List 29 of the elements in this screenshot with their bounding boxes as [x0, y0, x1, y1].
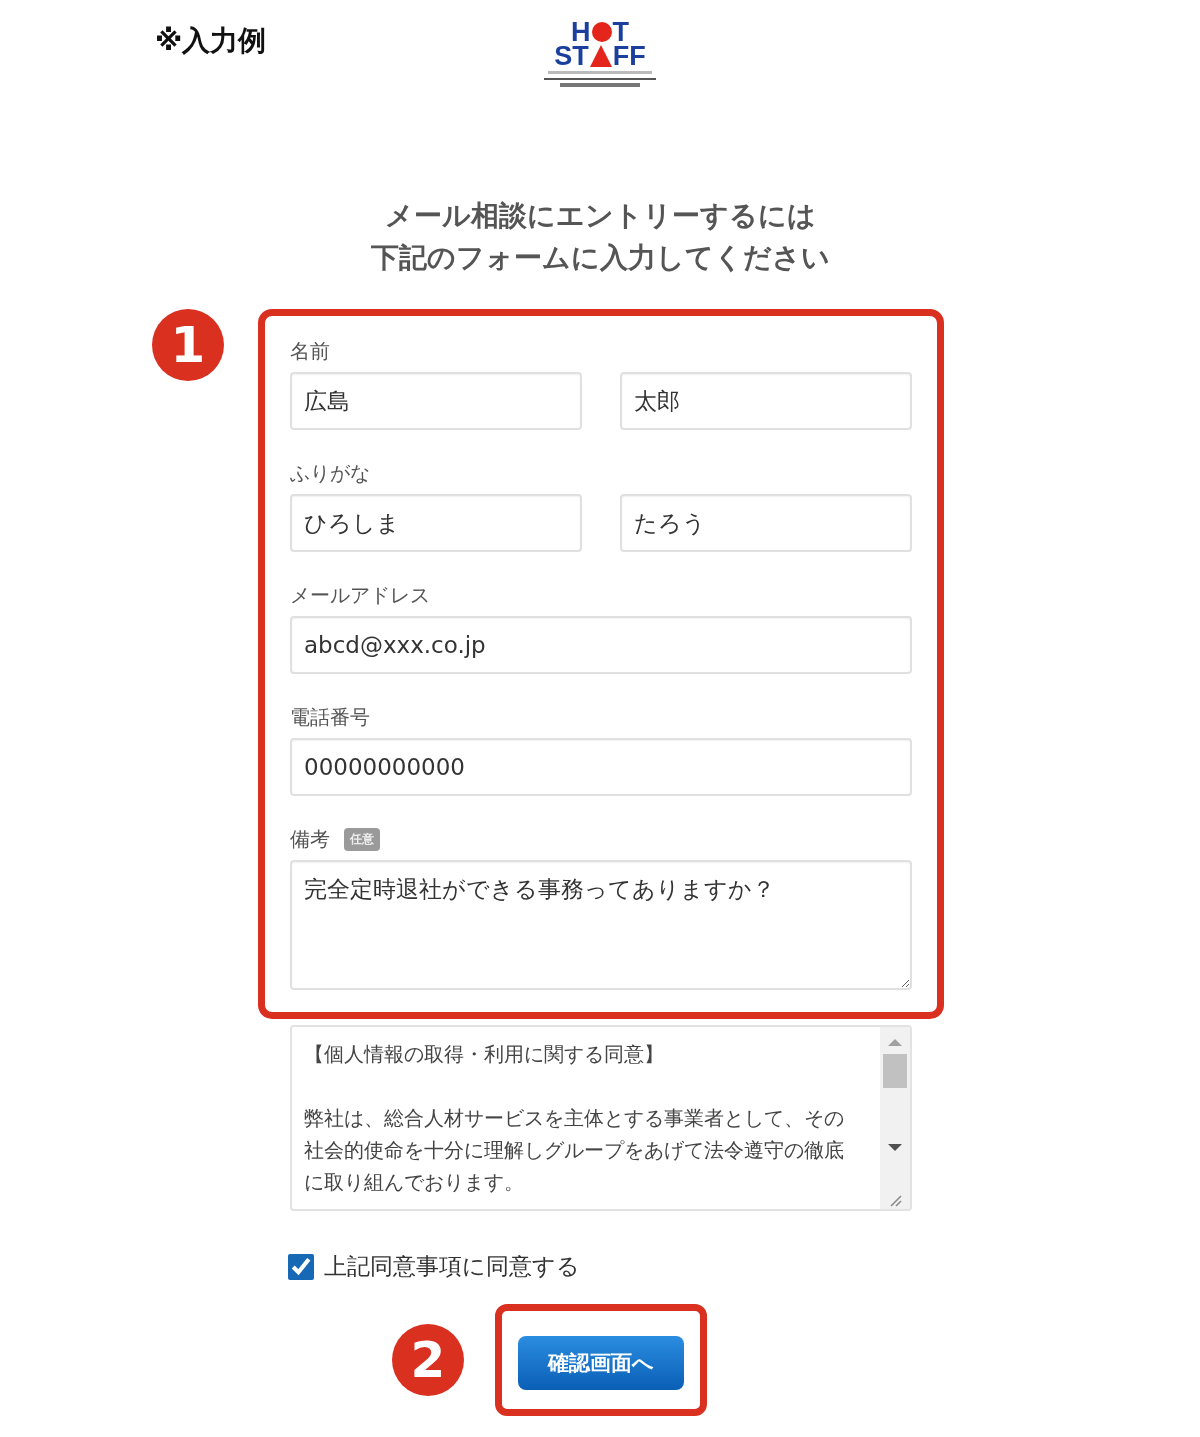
- form-heading: メール相談にエントリーするには: [383, 198, 817, 234]
- consent-text: 弊社は、総合人材サービスを主体とする事業者として、その社会的使命を十分に理解しグループをあげて法令遵守の徹底に取り組んでおります。: [304, 1106, 845, 1196]
- resize-grip-icon[interactable]: [888, 1193, 902, 1207]
- scrollbar[interactable]: [880, 1027, 910, 1209]
- input-field[interactable]: 00000000000: [290, 738, 912, 796]
- optional-tag: 任意: [344, 827, 380, 851]
- agree-checkbox[interactable]: [288, 1253, 314, 1280]
- step-number: 2: [392, 1324, 464, 1396]
- field-label: 電話番号: [290, 703, 370, 731]
- field-label: 名前: [290, 337, 330, 365]
- example-label: ※入力例: [154, 23, 268, 59]
- agree-label: 上記同意事項に同意する: [324, 1252, 580, 1281]
- scroll-down-icon[interactable]: [888, 1144, 902, 1151]
- scroll-up-icon[interactable]: [888, 1039, 902, 1046]
- consent-title: 【個人情報の取得・利用に関する同意】: [304, 1042, 665, 1068]
- input-field[interactable]: ひろしま: [290, 494, 582, 552]
- field-label: メールアドレス: [290, 581, 430, 609]
- form-heading: 下記のフォームに入力してください: [369, 240, 831, 276]
- input-field[interactable]: abcd@xxx.co.jp: [290, 616, 912, 674]
- confirm-button[interactable]: 確認画面へ: [518, 1336, 684, 1390]
- scroll-thumb[interactable]: [883, 1054, 907, 1088]
- step-number: 1: [152, 309, 224, 381]
- message-field[interactable]: 完全定時退社ができる事務ってありますか？: [290, 860, 912, 990]
- input-field[interactable]: 広島: [290, 372, 582, 430]
- input-field[interactable]: 太郎: [620, 372, 912, 430]
- field-label: 備考: [290, 825, 330, 853]
- company-logo: H T ST FF: [544, 18, 656, 89]
- input-field[interactable]: たろう: [620, 494, 912, 552]
- field-label: ふりがな: [290, 459, 370, 487]
